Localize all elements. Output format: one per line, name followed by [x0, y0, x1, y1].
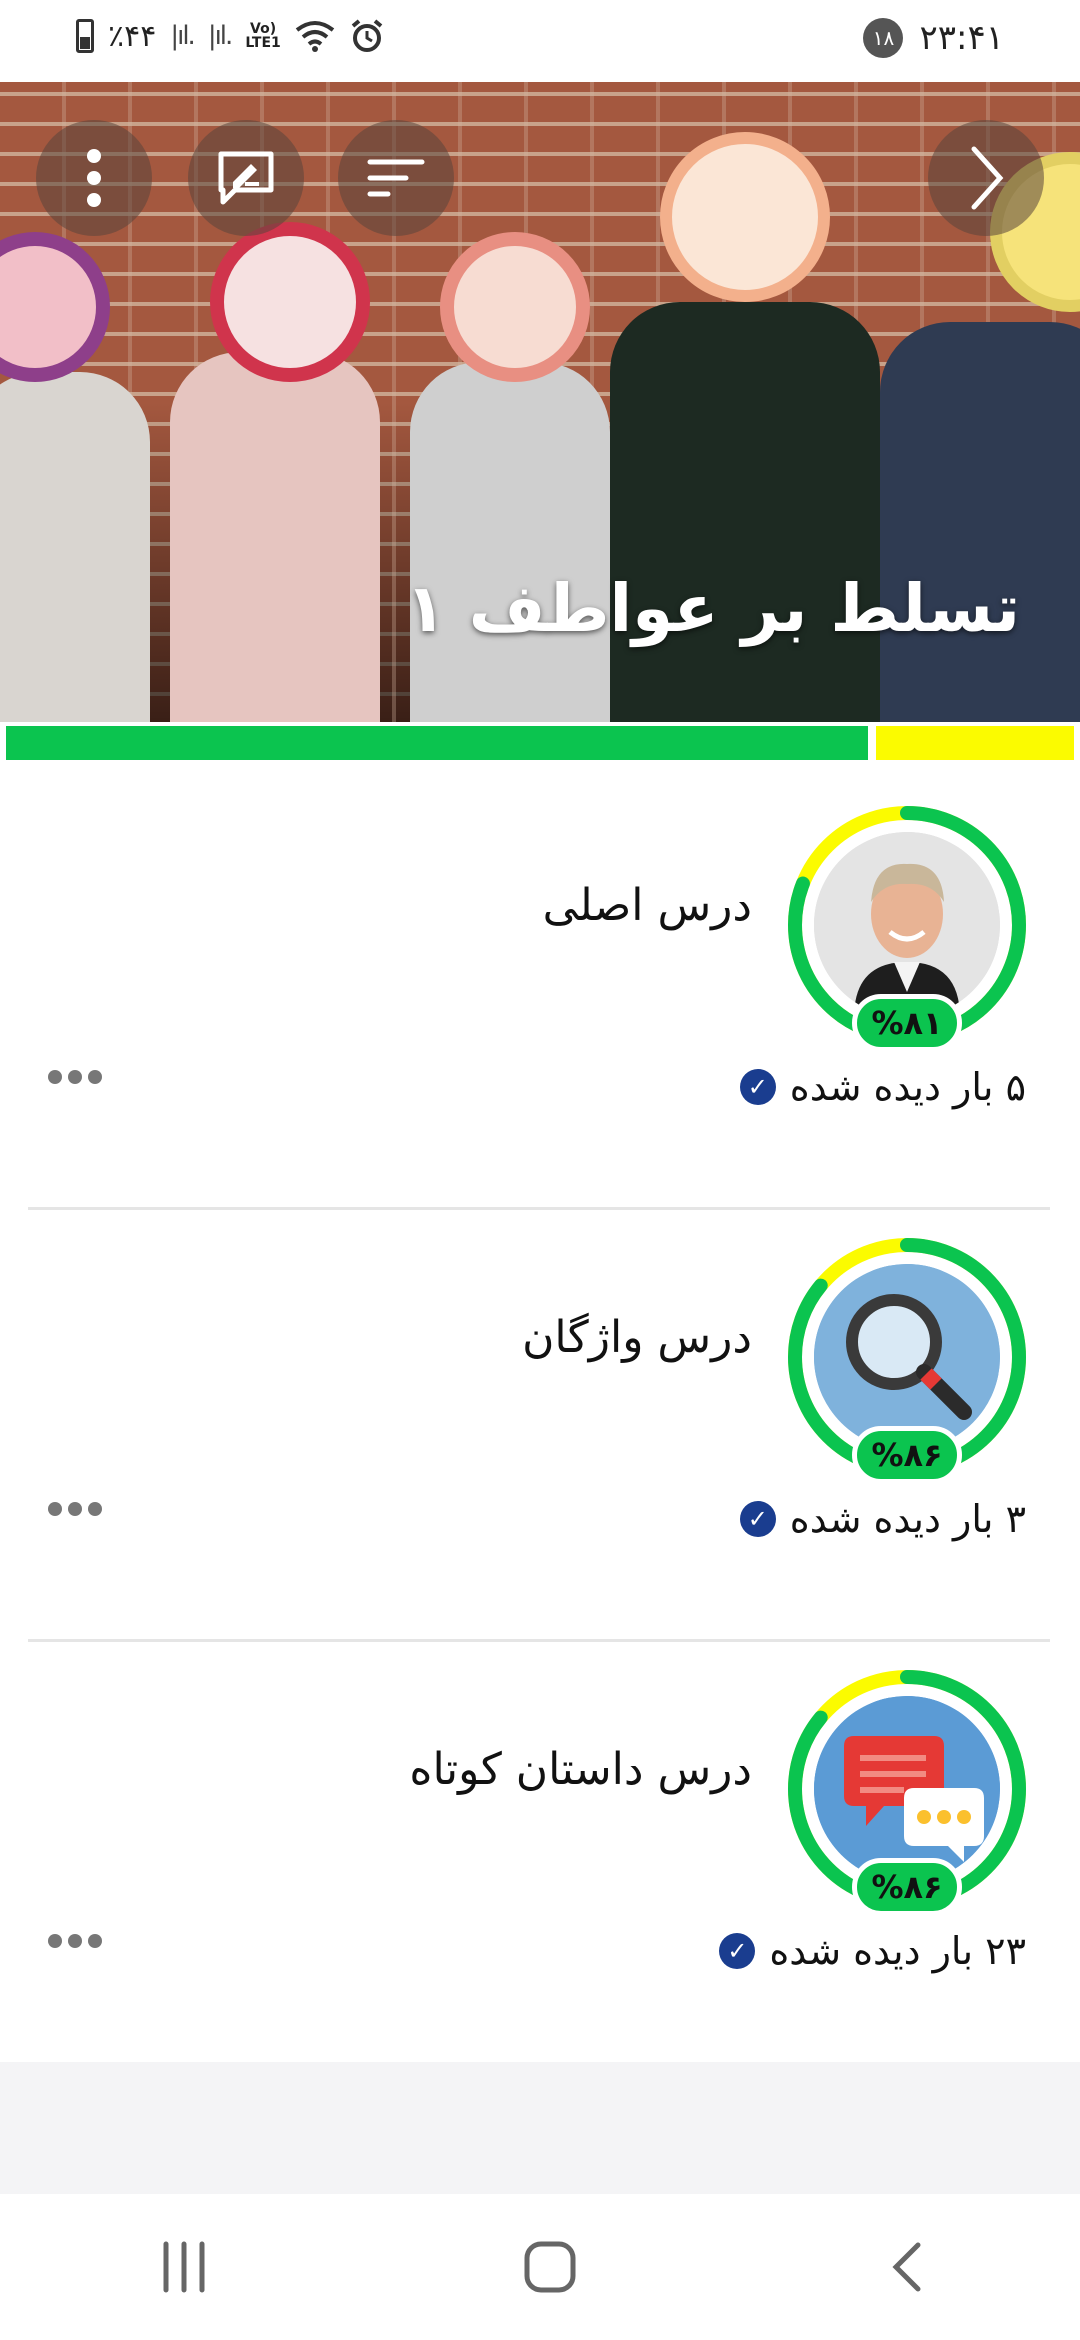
sad-face-mask: [210, 222, 370, 382]
check-circle-icon: ✓: [739, 1501, 776, 1537]
lesson-progress-ring: %۸۶: [782, 1232, 1032, 1484]
signal-2-icon: |ıl.: [207, 21, 234, 51]
clock: ۲۳:۴۱: [919, 18, 1004, 58]
dot-icon: [88, 1070, 102, 1084]
back-icon[interactable]: [886, 2239, 926, 2295]
dot-icon: [68, 1934, 82, 1948]
dot-icon: [48, 1934, 62, 1948]
sort-button[interactable]: [338, 120, 454, 236]
magnifier-icon: [814, 1264, 1000, 1450]
progress-complete: [6, 726, 868, 760]
home-icon[interactable]: [522, 2239, 578, 2295]
person-silhouette: [0, 372, 150, 722]
chat-bubbles-icon: [814, 1696, 1000, 1882]
lesson-progress-ring: %۸۶: [782, 1664, 1032, 1916]
check-circle-icon: ✓: [719, 1933, 756, 1969]
feedback-button[interactable]: [188, 120, 304, 236]
dot-icon: [48, 1070, 62, 1084]
system-nav-bar: [0, 2194, 1080, 2340]
view-count-label: ۲۳ بار دیده شده: [769, 1929, 1026, 1973]
alarm-icon: [351, 19, 383, 52]
status-bar: ٪۴۴ |ıl. |ıl. Vo) LTE1 ۱۸ ۲۳:۴۱: [0, 0, 1080, 82]
person-silhouette: [880, 322, 1080, 722]
lesson-item-vocabulary[interactable]: %۸۶ درس واژگان ۳ بار دیده شده ✓: [28, 1212, 1050, 1642]
feedback-icon: [218, 151, 274, 205]
battery-icon: [76, 19, 94, 53]
progress-remaining: [876, 726, 1074, 760]
person-silhouette: [410, 362, 610, 722]
lesson-more-button[interactable]: [48, 1502, 102, 1516]
lesson-item-short-story[interactable]: %۸۶ درس داستان کوتاه ۲۳ بار دیده شده ✓: [28, 1644, 1050, 2074]
man-portrait: [814, 832, 1000, 1018]
lesson-percent-badge: %۸۶: [852, 1426, 962, 1484]
wifi-icon: [295, 21, 335, 52]
dot-icon: [68, 1070, 82, 1084]
forward-button[interactable]: [928, 120, 1044, 236]
lesson-percent-badge: %۸۶: [852, 1858, 962, 1916]
lesson-more-button[interactable]: [48, 1934, 102, 1948]
hero-banner: تسلط بر عواطف ۱: [0, 82, 1080, 722]
view-count: ۳ بار دیده شده ✓: [739, 1497, 1026, 1541]
status-left: ٪۴۴ |ıl. |ıl. Vo) LTE1: [76, 18, 385, 54]
smile-face-mask: [660, 132, 830, 302]
lte-icon: Vo) LTE1: [245, 21, 281, 51]
view-count: ۲۳ بار دیده شده ✓: [719, 1929, 1026, 1973]
view-count-label: ۵ بار دیده شده: [789, 1065, 1026, 1109]
dot-icon: [88, 1502, 102, 1516]
lesson-progress-ring: %۸۱: [782, 800, 1032, 1052]
status-right: ۱۸ ۲۳:۴۱: [863, 18, 1004, 58]
dot-icon: [68, 1502, 82, 1516]
course-title: تسلط بر عواطف ۱: [405, 570, 1020, 647]
view-count-label: ۳ بار دیده شده: [789, 1497, 1026, 1541]
lesson-more-button[interactable]: [48, 1070, 102, 1084]
battery-percent: ٪۴۴: [108, 18, 157, 54]
notification-badge: ۱۸: [863, 18, 904, 58]
dot-icon: [48, 1502, 62, 1516]
more-vert-icon: [87, 149, 101, 207]
lesson-percent-badge: %۸۱: [852, 994, 962, 1052]
person-silhouette: [170, 352, 380, 722]
check-circle-icon: ✓: [739, 1069, 776, 1105]
view-count: ۵ بار دیده شده ✓: [739, 1065, 1026, 1109]
lesson-item-main[interactable]: %۸۱ درس اصلی ۵ بار دیده شده ✓: [28, 780, 1050, 1210]
dot-icon: [88, 1934, 102, 1948]
lesson-title: درس اصلی: [542, 880, 752, 931]
sort-icon: [367, 159, 425, 197]
chevron-right-icon: [971, 146, 1004, 210]
course-progress-bar: [6, 726, 1074, 760]
person-silhouette: [610, 302, 880, 722]
neutral-face-mask: [440, 232, 590, 382]
list-footer-space: [0, 2062, 1080, 2194]
recents-icon[interactable]: [154, 2240, 214, 2294]
lesson-title: درس واژگان: [522, 1312, 752, 1363]
more-options-button[interactable]: [36, 120, 152, 236]
lesson-title: درس داستان کوتاه: [409, 1744, 752, 1795]
signal-icon: |ıl.: [170, 21, 196, 51]
